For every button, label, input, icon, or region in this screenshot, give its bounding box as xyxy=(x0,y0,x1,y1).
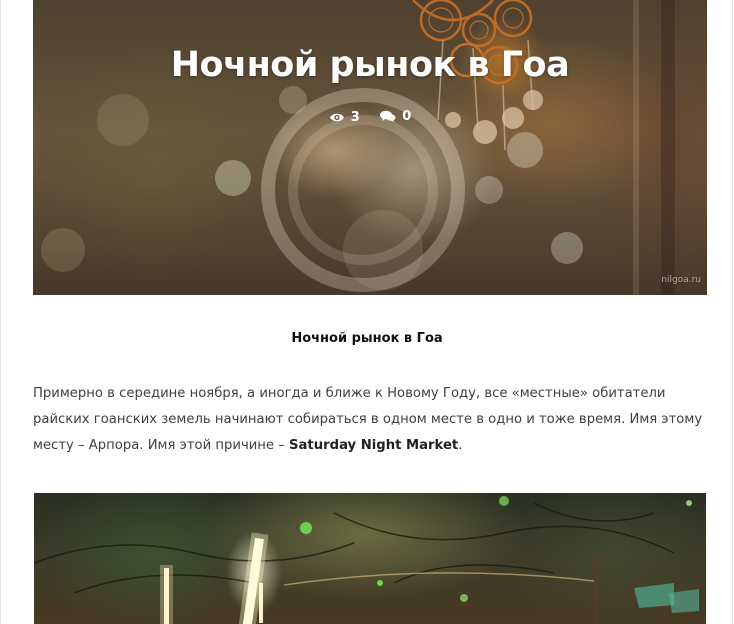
views-count: 3 xyxy=(350,110,360,125)
post-paragraph: Примерно в середине ноября, а иногда и б… xyxy=(33,381,708,459)
paragraph-highlight: Saturday Night Market xyxy=(289,438,459,453)
post-title: Ночной рынок в Гоа xyxy=(170,45,570,85)
post-subtitle: Ночной рынок в Гоа xyxy=(291,331,443,346)
views-counter: 3 xyxy=(329,110,360,125)
comments-counter[interactable]: 0 xyxy=(380,109,411,124)
right-border xyxy=(732,0,733,624)
left-border xyxy=(0,0,1,624)
post-meta: 3 0 xyxy=(33,109,707,127)
photo-watermark: nilgoa.ru xyxy=(661,275,701,285)
hero-image: Ночной рынок в Гоа 3 0 nilgoa.ru xyxy=(33,0,707,295)
night-market-scene xyxy=(34,496,699,624)
page: Ночной рынок в Гоа 3 0 nilgoa.ru Ночной … xyxy=(0,0,734,624)
market-night-photo xyxy=(34,493,706,624)
eye-icon xyxy=(329,113,344,122)
comments-count: 0 xyxy=(402,109,412,124)
comments-icon xyxy=(380,110,396,123)
paragraph-end: . xyxy=(458,438,463,453)
